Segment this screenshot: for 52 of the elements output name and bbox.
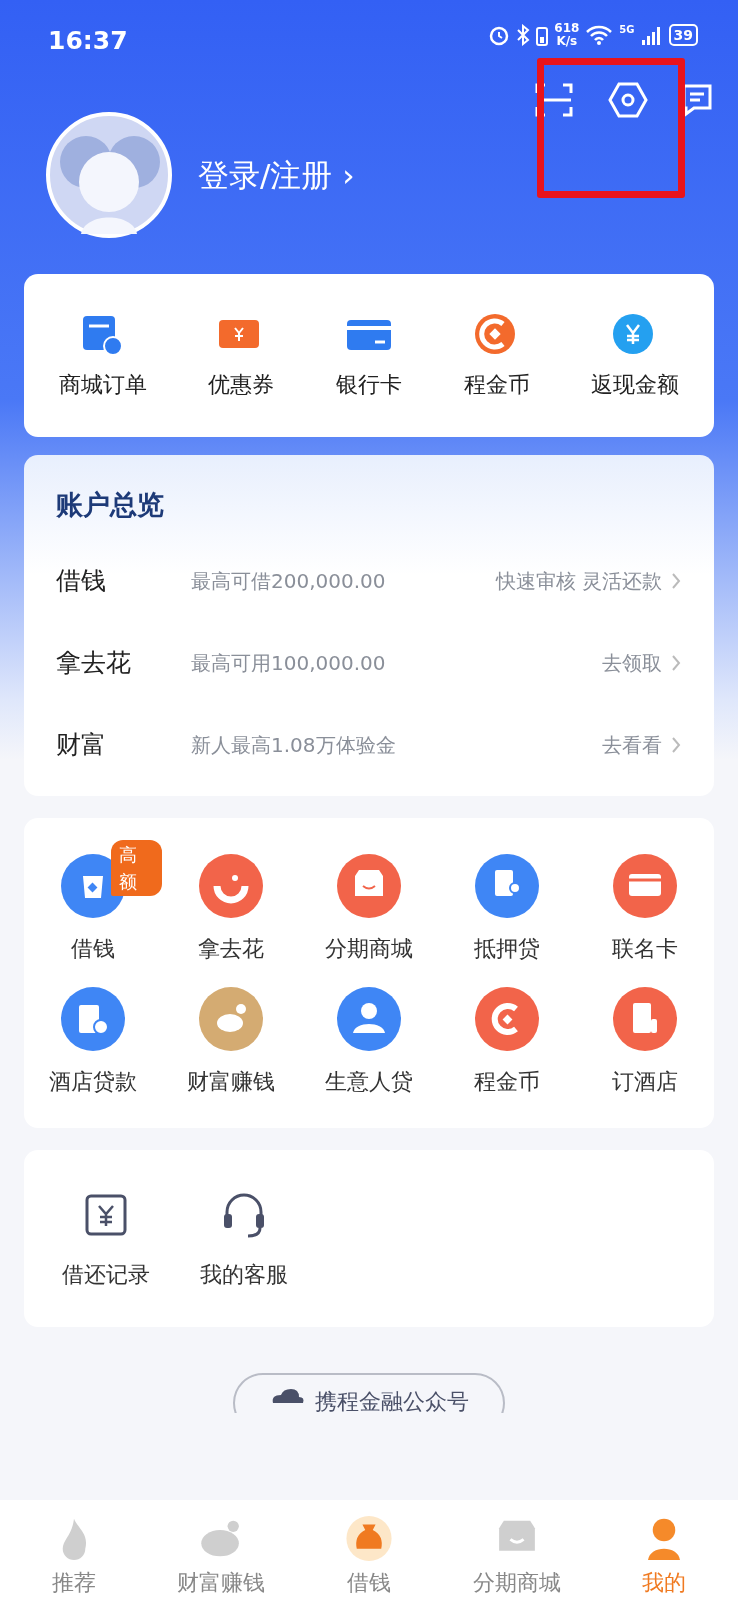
nav-tab[interactable]: 推荐 [3,1514,144,1600]
service-label[interactable]: 分期商城 [325,931,413,965]
service-label[interactable]: 生意人贷 [325,1064,413,1098]
avatar[interactable] [46,112,172,238]
account-detail: 新人最高1.08万体验金 [191,731,397,759]
document-icon[interactable] [475,853,539,918]
shop-icon[interactable] [337,853,401,918]
login-link[interactable]: 登录/注册 › [198,151,355,199]
settings-icon[interactable] [608,80,648,120]
service-label[interactable]: 拿去花 [198,931,264,965]
quick-link-label[interactable]: 返现金额 [591,368,680,401]
building-icon[interactable] [61,986,125,1051]
nav-tab[interactable]: 财富赚钱 [151,1514,292,1600]
coin-icon[interactable] [475,986,539,1051]
pie-chart-icon[interactable] [199,853,263,918]
service-label[interactable]: 程金币 [474,1064,540,1098]
money-bag-icon [344,1515,394,1562]
account-detail: 最高可借200,000.00 [191,567,387,595]
battery-level: 39 [668,24,698,46]
account-name: 拿去花 [56,646,132,679]
piggy-bank-icon[interactable] [199,986,263,1051]
building-icon[interactable] [613,986,677,1051]
quick-link-label[interactable]: 商城订单 [58,368,147,401]
bluetooth-icon [516,24,531,46]
signal-icon [640,24,663,46]
wifi-icon [585,24,614,46]
tag-badge: 高额 [111,839,162,896]
nav-tab[interactable]: 分期商城 [446,1514,587,1600]
quick-link-label[interactable]: 程金币 [463,368,530,401]
tool-label[interactable]: 借还记录 [62,1257,150,1291]
section-title: 账户总览 [56,488,165,522]
person-icon[interactable] [337,986,401,1051]
alarm-icon [488,24,511,46]
service-label[interactable]: 订酒店 [612,1064,678,1098]
clock-time: 16:37 [48,25,128,57]
service-label[interactable]: 抵押贷 [474,931,540,965]
service-label[interactable]: 借钱 [71,931,115,965]
follow-button[interactable]: 携程金融公众号 [233,1372,505,1413]
card-icon[interactable] [613,853,677,918]
network-type: 5G [619,23,635,37]
account-detail: 最高可用100,000.00 [191,649,387,677]
battery-small-icon [536,24,549,46]
quick-link-label[interactable]: 银行卡 [336,368,402,401]
nav-tab[interactable]: 借钱 [299,1514,439,1600]
account-name: 借钱 [56,564,107,597]
quick-link-label[interactable]: 优惠券 [208,368,275,401]
service-label[interactable]: 联名卡 [612,931,678,965]
service-label[interactable]: 财富赚钱 [187,1064,275,1098]
tool-label[interactable]: 我的客服 [200,1257,288,1291]
service-label[interactable]: 酒店贷款 [49,1064,137,1098]
account-name: 财富 [56,728,107,761]
network-speed: 618 K/s [554,22,580,48]
